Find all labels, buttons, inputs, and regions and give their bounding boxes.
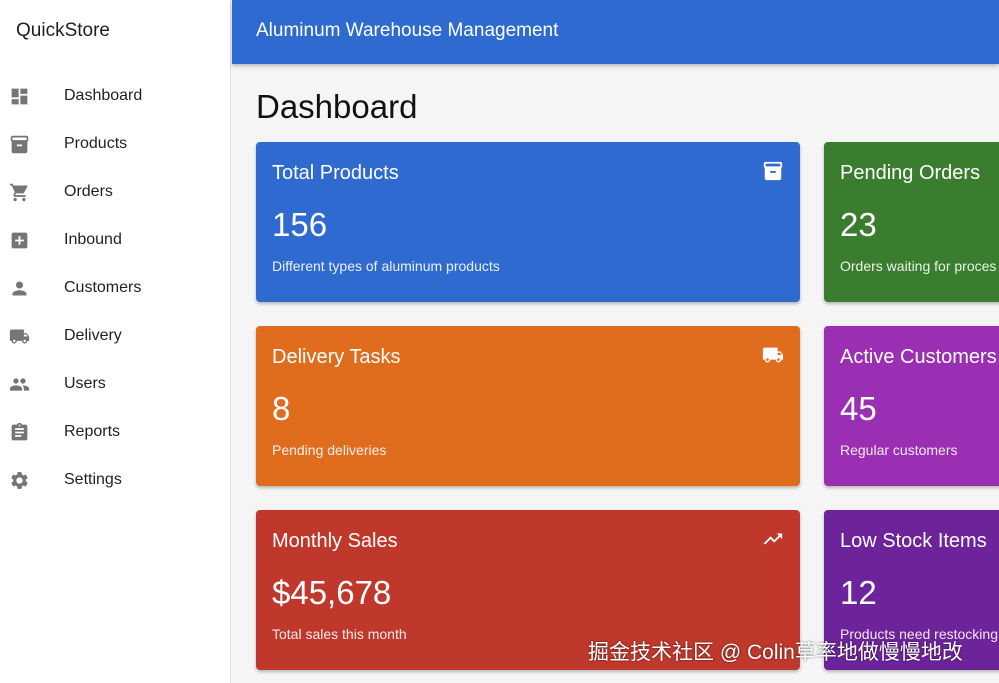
sidebar-item-orders[interactable]: Orders bbox=[0, 168, 230, 216]
sidebar-item-dashboard[interactable]: Dashboard bbox=[0, 72, 230, 120]
card-value: 8 bbox=[272, 390, 291, 427]
card-description: Total sales this month bbox=[272, 626, 407, 642]
sidebar-item-users[interactable]: Users bbox=[0, 360, 230, 408]
card-title: Delivery Tasks bbox=[272, 346, 401, 368]
app-title: Aluminum Warehouse Management bbox=[256, 20, 559, 41]
card-value: 45 bbox=[840, 390, 877, 427]
card-value: 156 bbox=[272, 206, 328, 243]
brand-logo-text: QuickStore bbox=[16, 20, 110, 41]
stat-card-delivery-tasks[interactable]: Delivery Tasks 8 Pending deliveries bbox=[256, 326, 800, 486]
watermark-text: 掘金技术社区 @ Colin草率地做慢慢地改 bbox=[588, 641, 963, 664]
sidebar-item-reports[interactable]: Reports bbox=[0, 408, 230, 456]
stat-card-active-customers[interactable]: Active Customers 45 Regular customers bbox=[824, 326, 999, 486]
sidebar-item-label: Orders bbox=[64, 183, 113, 200]
card-title: Monthly Sales bbox=[272, 530, 398, 552]
sidebar-item-label: Customers bbox=[64, 279, 142, 296]
stat-card-pending-orders[interactable]: Pending Orders 23 Orders waiting for pro… bbox=[824, 142, 999, 302]
card-title: Active Customers bbox=[840, 346, 997, 368]
card-description: Regular customers bbox=[840, 442, 958, 458]
truck-icon bbox=[762, 344, 784, 366]
sidebar-item-inbound[interactable]: Inbound bbox=[0, 216, 230, 264]
clipboard-icon bbox=[9, 422, 30, 443]
truck-icon bbox=[9, 326, 30, 347]
card-title: Total Products bbox=[272, 162, 399, 184]
card-value: 12 bbox=[840, 574, 877, 611]
card-value: 23 bbox=[840, 206, 877, 243]
sidebar-item-delivery[interactable]: Delivery bbox=[0, 312, 230, 360]
card-title: Low Stock Items bbox=[840, 530, 987, 552]
sidebar-item-customers[interactable]: Customers bbox=[0, 264, 230, 312]
card-title: Pending Orders bbox=[840, 162, 981, 184]
page-title: Dashboard bbox=[256, 88, 418, 125]
gear-icon bbox=[9, 470, 30, 491]
card-description: Orders waiting for proces bbox=[840, 258, 997, 274]
sidebar-item-label: Dashboard bbox=[64, 87, 143, 104]
sidebar: QuickStore Dashboard Products Orders Inb… bbox=[0, 0, 231, 683]
stat-card-total-products[interactable]: Total Products 156 Different types of al… bbox=[256, 142, 800, 302]
main-content: Dashboard Total Products 156 Different t… bbox=[232, 64, 999, 683]
sidebar-item-label: Users bbox=[64, 375, 106, 392]
add-box-icon bbox=[9, 230, 30, 251]
shopping-cart-icon bbox=[9, 182, 30, 203]
sidebar-item-label: Reports bbox=[64, 423, 121, 440]
archive-box-icon bbox=[9, 134, 30, 155]
people-icon bbox=[9, 374, 30, 395]
sidebar-item-label: Inbound bbox=[64, 231, 122, 248]
sidebar-item-products[interactable]: Products bbox=[0, 120, 230, 168]
trending-up-icon bbox=[762, 528, 784, 550]
dashboard-icon bbox=[9, 86, 30, 107]
card-description: Pending deliveries bbox=[272, 442, 387, 458]
sidebar-item-label: Products bbox=[64, 135, 128, 152]
archive-box-icon bbox=[762, 160, 784, 182]
card-description: Different types of aluminum products bbox=[272, 258, 500, 274]
person-icon bbox=[9, 278, 30, 299]
card-value: $45,678 bbox=[272, 574, 392, 611]
app-bar: Aluminum Warehouse Management bbox=[232, 0, 999, 64]
sidebar-item-label: Delivery bbox=[64, 327, 122, 344]
sidebar-item-settings[interactable]: Settings bbox=[0, 456, 230, 504]
sidebar-item-label: Settings bbox=[64, 471, 122, 488]
